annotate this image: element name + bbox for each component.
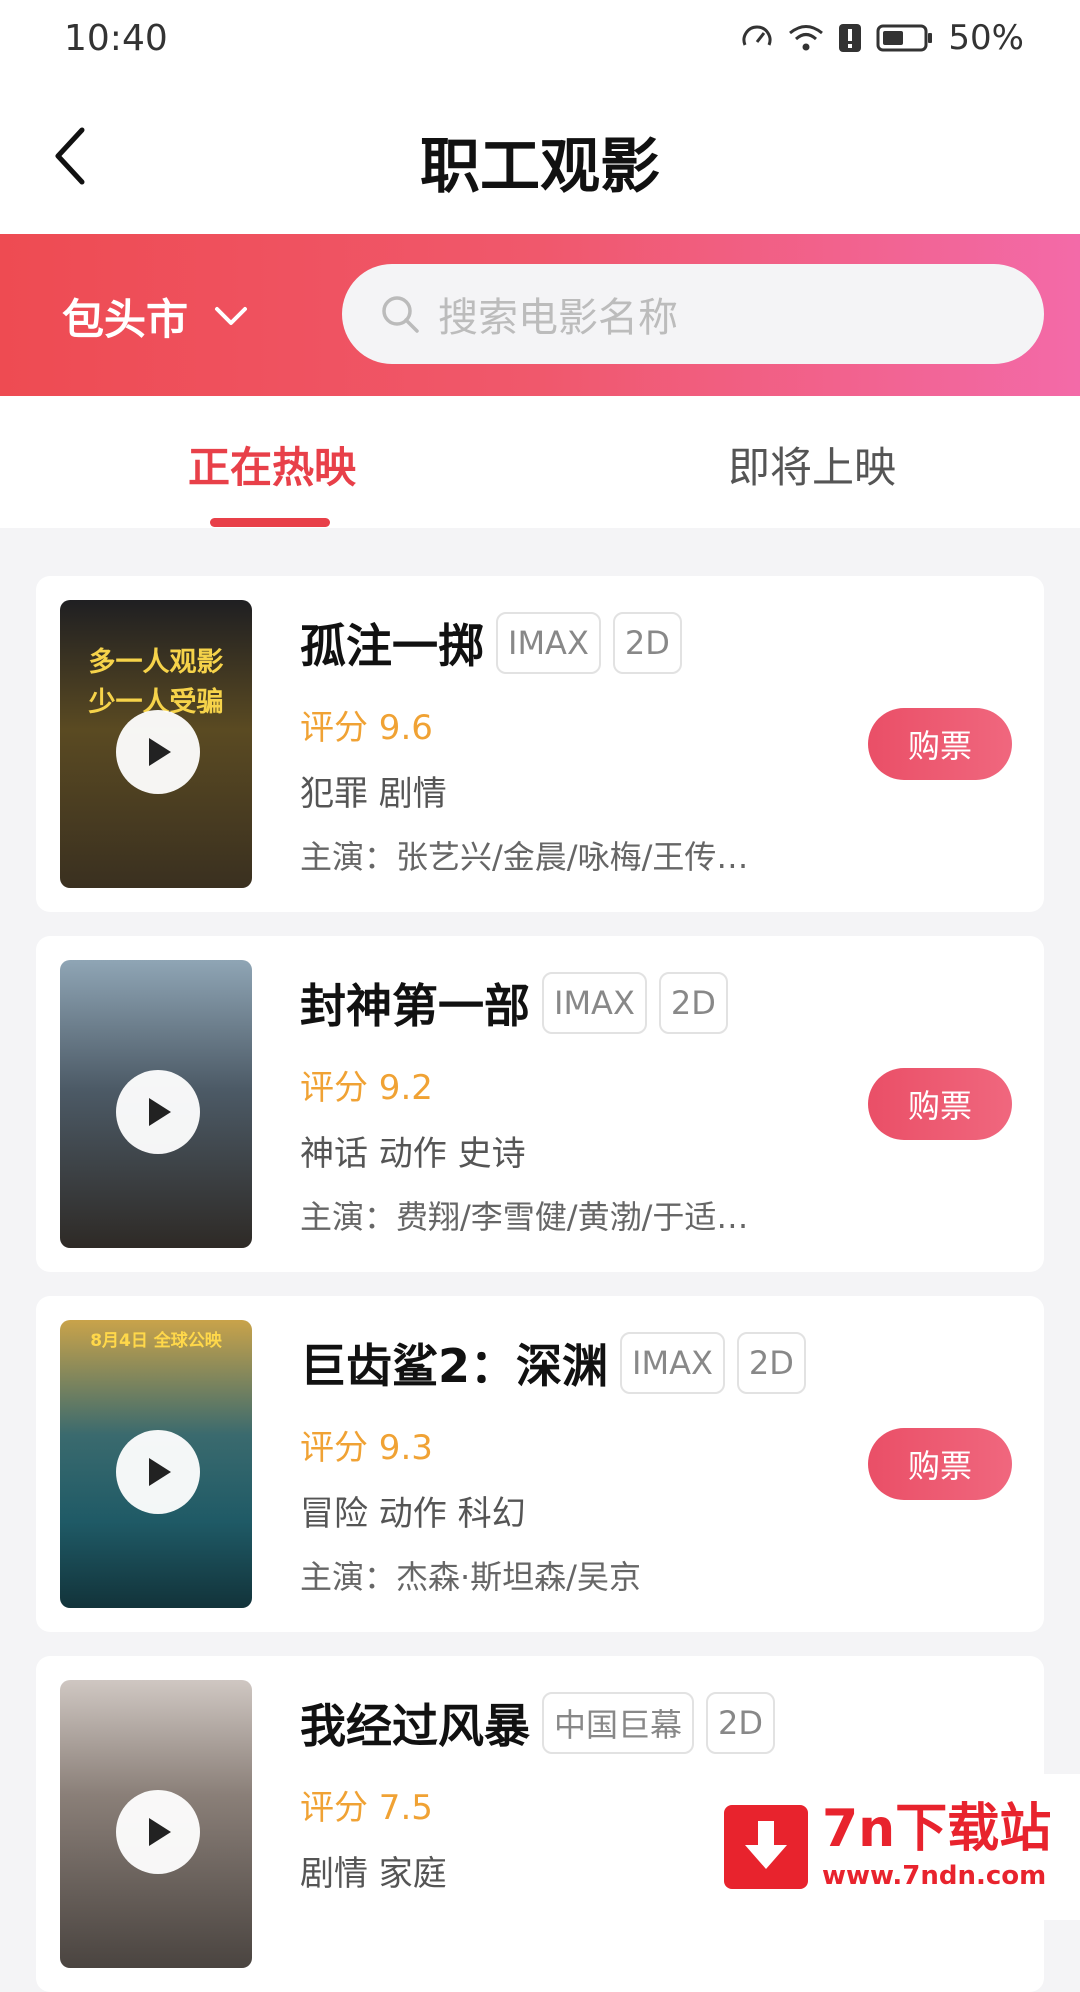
play-icon	[149, 1818, 171, 1846]
movie-title-row: 巨齿鲨2：深渊 IMAX 2D	[300, 1330, 806, 1396]
city-label: 包头市	[62, 294, 189, 344]
movie-card[interactable]: 多一人观影 少一人受骗 孤注一掷 IMAX 2D 评分 9.6 犯罪 剧情 主演…	[36, 576, 1044, 912]
movie-title-row: 我经过风暴 中国巨幕 2D	[300, 1690, 776, 1756]
battery-percent: 50%	[948, 18, 1024, 58]
movie-poster[interactable]: 多一人观影 少一人受骗	[60, 600, 252, 888]
format-tag: 2D	[612, 612, 682, 674]
movie-poster[interactable]	[60, 1680, 252, 1968]
tab-bar: 正在热映 即将上映	[0, 396, 1080, 528]
speed-icon	[740, 21, 774, 55]
poster-caption: 多一人观影	[88, 647, 224, 678]
status-time: 10:40	[64, 17, 168, 59]
watermark-title: 7n下载站	[822, 1799, 1052, 1859]
format-tag: IMAX	[620, 1332, 725, 1394]
movie-score: 评分 9.3	[300, 1428, 433, 1468]
format-tag: 2D	[736, 1332, 806, 1394]
status-bar: 10:40 50%	[0, 0, 1080, 76]
movie-score: 评分 9.6	[300, 708, 433, 748]
wifi-icon	[788, 23, 824, 53]
movie-genres: 冒险 动作 科幻	[300, 1494, 526, 1534]
movie-card[interactable]: 8月4日 全球公映 巨齿鲨2：深渊 IMAX 2D 评分 9.3 冒险 动作 科…	[36, 1296, 1044, 1632]
format-tag: 中国巨幕	[542, 1692, 695, 1754]
alert-icon	[838, 23, 862, 53]
movie-score: 评分 9.2	[300, 1068, 433, 1108]
format-tag: IMAX	[496, 612, 601, 674]
movie-title-row: 封神第一部 IMAX 2D	[300, 970, 728, 1036]
search-banner: 包头市 搜索电影名称	[0, 234, 1080, 396]
search-placeholder: 搜索电影名称	[438, 295, 678, 341]
movie-poster[interactable]: 8月4日 全球公映	[60, 1320, 252, 1608]
chevron-down-icon	[215, 307, 248, 325]
nav-bar: 职工观影	[0, 76, 1080, 234]
site-watermark: 7n下载站 www.7ndn.com	[694, 1774, 1080, 1920]
download-arrow-icon	[724, 1805, 808, 1889]
movie-title: 封神第一部	[300, 979, 530, 1033]
search-icon	[382, 296, 419, 333]
format-tag: 2D	[706, 1692, 776, 1754]
movie-genres: 剧情 家庭	[300, 1854, 447, 1894]
city-selector[interactable]: 包头市	[62, 282, 248, 350]
page-title: 职工观影	[420, 132, 660, 202]
tab-coming-soon[interactable]: 即将上映	[728, 434, 896, 495]
movie-score: 评分 7.5	[300, 1788, 433, 1828]
play-icon	[149, 1458, 171, 1486]
tab-now-showing[interactable]: 正在热映	[188, 434, 356, 495]
search-input[interactable]: 搜索电影名称	[342, 264, 1044, 364]
movie-genres: 犯罪 剧情	[300, 774, 447, 814]
status-icons: 50%	[740, 18, 1024, 58]
movie-title-row: 孤注一掷 IMAX 2D	[300, 610, 682, 676]
movie-poster[interactable]	[60, 960, 252, 1248]
play-button[interactable]	[116, 1430, 200, 1514]
battery-icon	[876, 23, 934, 53]
format-tag: 2D	[658, 972, 728, 1034]
play-button[interactable]	[116, 1070, 200, 1154]
play-icon	[149, 1098, 171, 1126]
movie-title: 巨齿鲨2：深渊	[300, 1339, 609, 1393]
movie-card[interactable]: 封神第一部 IMAX 2D 评分 9.2 神话 动作 史诗 主演：费翔/李雪健/…	[36, 936, 1044, 1272]
movie-genres: 神话 动作 史诗	[300, 1134, 526, 1174]
buy-ticket-button[interactable]: 购票	[868, 708, 1012, 780]
buy-ticket-button[interactable]: 购票	[868, 1068, 1012, 1140]
movie-title: 我经过风暴	[300, 1699, 530, 1753]
movie-cast: 主演：张艺兴/金晨/咏梅/王传…	[300, 838, 749, 876]
movie-cast: 主演：杰森·斯坦森/吴京	[300, 1558, 641, 1596]
poster-caption: 8月4日 全球公映	[90, 1331, 222, 1351]
format-tag: IMAX	[542, 972, 647, 1034]
play-button[interactable]	[116, 710, 200, 794]
play-icon	[149, 738, 171, 766]
play-button[interactable]	[116, 1790, 200, 1874]
buy-ticket-button[interactable]: 购票	[868, 1428, 1012, 1500]
movie-title: 孤注一掷	[300, 619, 484, 673]
watermark-url: www.7ndn.com	[822, 1861, 1047, 1891]
tab-active-indicator	[210, 518, 330, 527]
movie-cast: 主演：费翔/李雪健/黄渤/于适…	[300, 1198, 749, 1236]
